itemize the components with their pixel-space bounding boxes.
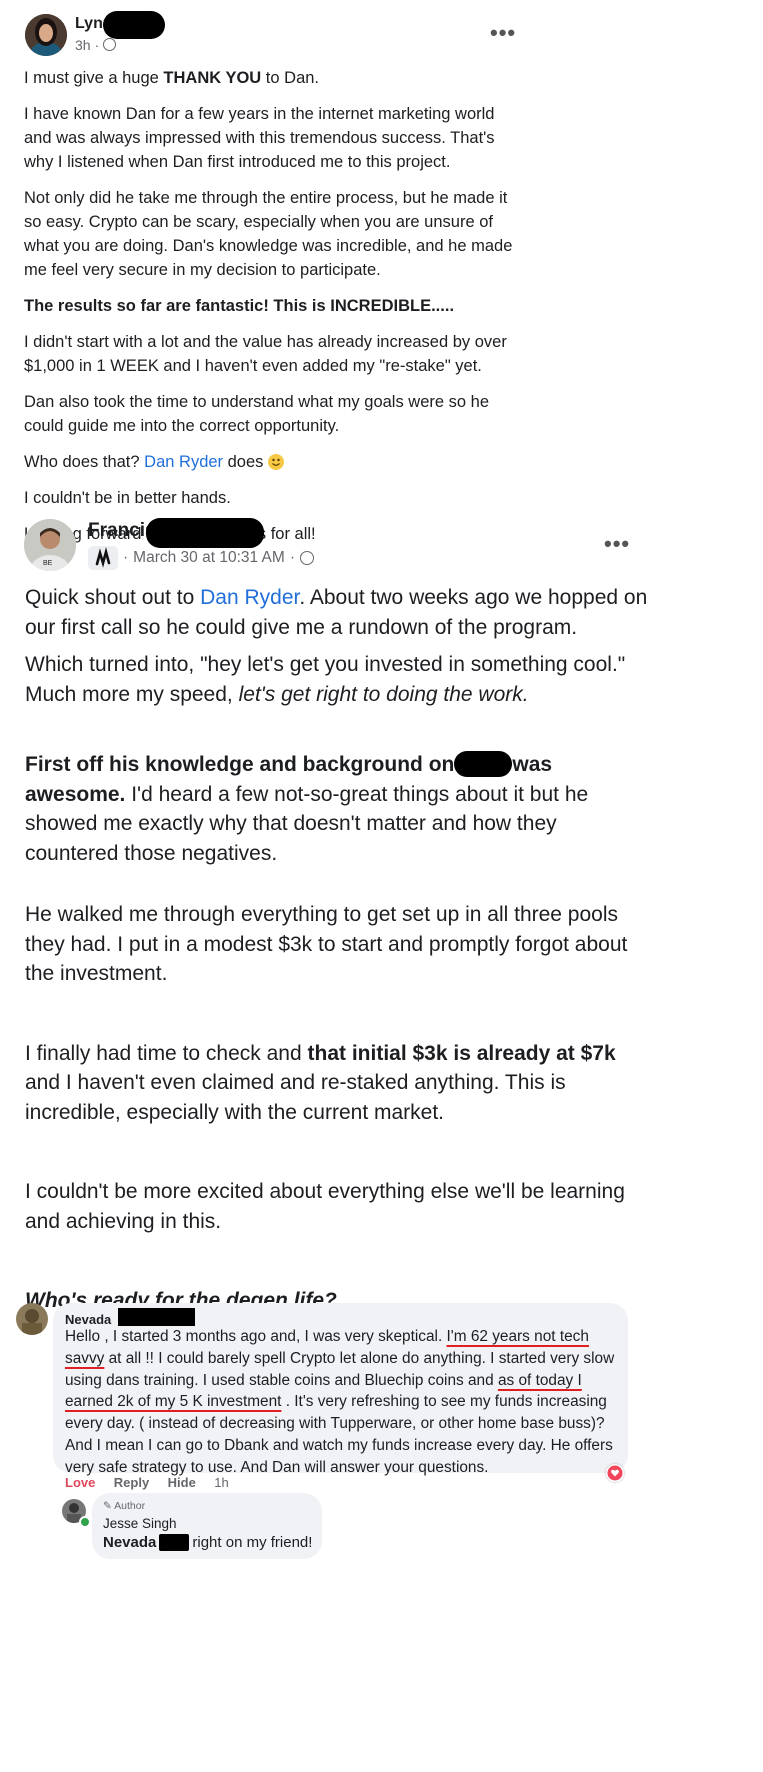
- post-paragraph: Quick shout out to Dan Ryder. About two …: [25, 586, 648, 639]
- comment-text: Hello , I started 3 months ago and, I wa…: [65, 1328, 615, 1476]
- smile-emoji-icon: [268, 454, 285, 470]
- profile-photo-icon: [25, 14, 67, 56]
- svg-text:BE: BE: [43, 560, 53, 567]
- more-options-icon[interactable]: •••: [490, 20, 516, 46]
- avatar[interactable]: [25, 14, 67, 56]
- post-paragraph: Dan also took the time to understand wha…: [24, 393, 490, 435]
- comment-time[interactable]: 1h: [214, 1475, 228, 1490]
- pencil-icon: ✎: [103, 1500, 112, 1512]
- comment-author-name[interactable]: Nevada: [65, 1312, 111, 1327]
- post-time[interactable]: March 30 at 10:31 AM: [133, 549, 285, 567]
- reply-button[interactable]: Reply: [114, 1475, 149, 1490]
- redaction: [103, 11, 165, 39]
- mention-link[interactable]: Dan Ryder: [200, 586, 299, 609]
- reply-text: right on my friend!: [192, 1534, 313, 1551]
- redaction: [454, 751, 513, 777]
- group-badge-icon: [88, 546, 118, 570]
- post-paragraph: He walked me through everything to get s…: [25, 903, 628, 985]
- post-paragraph: I didn't start with a lot and the value …: [24, 333, 507, 375]
- redaction: [159, 1534, 190, 1551]
- heart-reaction-icon[interactable]: [606, 1464, 624, 1482]
- more-options-icon[interactable]: •••: [604, 531, 630, 557]
- profile-photo-icon: [16, 1303, 48, 1335]
- post-paragraph: First off his knowledge and background o…: [25, 751, 589, 865]
- post-paragraph: Who does that? Dan Ryder does: [24, 450, 524, 474]
- redaction: [146, 518, 264, 548]
- post-paragraph: Not only did he take me through the enti…: [24, 189, 513, 279]
- post-paragraph: I finally had time to check and that ini…: [25, 1041, 616, 1124]
- post-time[interactable]: 3h: [75, 37, 91, 53]
- post-paragraph: I have known Dan for a few years in the …: [24, 105, 495, 171]
- profile-photo-icon: BE: [24, 519, 76, 571]
- avatar[interactable]: [16, 1303, 48, 1335]
- post-paragraph: I couldn't be in better hands.: [24, 489, 231, 507]
- love-reaction-button[interactable]: Love: [65, 1475, 95, 1490]
- post-body: I must give a huge THANK YOU to Dan. I h…: [24, 66, 524, 558]
- hide-button[interactable]: Hide: [168, 1475, 196, 1490]
- post-paragraph: I must give a huge THANK YOU to Dan.: [24, 69, 320, 87]
- globe-icon: [299, 551, 314, 565]
- author-badge: Author: [114, 1500, 146, 1512]
- globe-icon: [103, 38, 117, 51]
- redaction: [118, 1308, 195, 1326]
- mention-link[interactable]: Nevada: [103, 1534, 156, 1551]
- post-paragraph: I couldn't be more excited about everyth…: [25, 1180, 625, 1233]
- reply-author-name[interactable]: Jesse Singh: [103, 1516, 177, 1531]
- avatar[interactable]: BE: [24, 519, 76, 571]
- post-body: Quick shout out to Dan Ryder. About two …: [25, 583, 650, 1316]
- online-status-icon: [79, 1516, 91, 1528]
- post-paragraph: Which turned into, "hey let's get you in…: [25, 653, 626, 706]
- post-paragraph: The results so far are fantastic! This i…: [24, 297, 455, 315]
- mention-link[interactable]: Dan Ryder: [144, 453, 223, 471]
